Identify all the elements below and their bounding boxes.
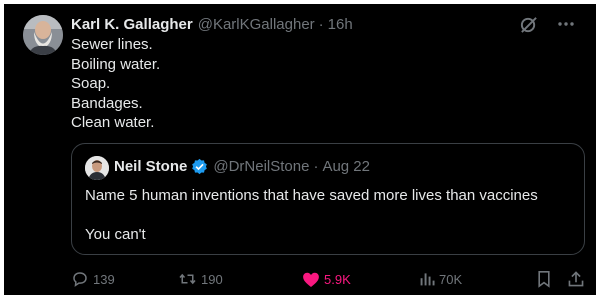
quoted-header: Neil Stone @DrNeilStone · Aug 22 xyxy=(114,158,370,175)
reply-icon xyxy=(73,272,87,287)
reply-count: 139 xyxy=(93,271,115,287)
share-icon xyxy=(568,271,584,287)
tweet-line: Clean water. xyxy=(71,114,155,131)
view-count: 70K xyxy=(439,271,463,287)
views-icon xyxy=(420,273,435,286)
bookmark-button[interactable] xyxy=(536,270,556,288)
share-button[interactable] xyxy=(567,270,589,288)
repost-count: 190 xyxy=(201,271,223,287)
like-count: 5.9K xyxy=(324,271,351,287)
quoted-author-name: Neil Stone xyxy=(114,158,188,175)
tweet-line: Bandages. xyxy=(71,94,143,112)
reply-button[interactable]: 139 xyxy=(71,270,115,288)
tweet-line: Sewer lines. xyxy=(71,36,153,53)
quoted-date: Aug 22 xyxy=(322,158,370,175)
author-name[interactable]: Karl K. Gallagher xyxy=(71,16,193,33)
separator: · xyxy=(313,158,319,175)
post-time[interactable]: 16h xyxy=(328,16,353,33)
more-icon[interactable] xyxy=(556,14,576,34)
tweet-line: Soap. xyxy=(71,75,111,92)
author-handle[interactable]: @KarlKGallagher xyxy=(198,16,315,33)
quoted-line: Name 5 human inventions that have saved … xyxy=(85,187,538,204)
grok-icon[interactable] xyxy=(518,14,538,34)
quoted-text: Name 5 human inventions that have saved … xyxy=(85,186,575,245)
repost-icon xyxy=(179,273,196,285)
quoted-author-avatar xyxy=(85,156,109,180)
bookmark-icon xyxy=(538,271,550,288)
like-button[interactable]: 5.9K xyxy=(302,271,351,288)
tweet-header: Karl K. Gallagher @KarlKGallagher · 16h xyxy=(71,14,576,34)
views-button[interactable]: 70K xyxy=(419,271,462,287)
quoted-line: You can't xyxy=(85,226,146,243)
tweet-line: Boiling water. xyxy=(71,55,161,73)
tweet-text: Sewer lines. Boiling water. Soap. Bandag… xyxy=(71,35,551,133)
quoted-author-handle: @DrNeilStone xyxy=(213,158,310,175)
repost-button[interactable]: 190 xyxy=(178,270,223,288)
like-icon xyxy=(303,272,319,287)
quoted-tweet[interactable]: Neil Stone @DrNeilStone · Aug 22 Name 5 … xyxy=(71,143,585,255)
tweet-card: Karl K. Gallagher @KarlKGallagher · 16h … xyxy=(4,4,596,295)
header-actions xyxy=(518,14,576,34)
verified-badge-icon xyxy=(191,158,208,175)
action-bar: 139 190 5.9K 70K xyxy=(71,268,584,290)
author-avatar[interactable] xyxy=(23,15,63,55)
separator: · xyxy=(318,15,324,33)
